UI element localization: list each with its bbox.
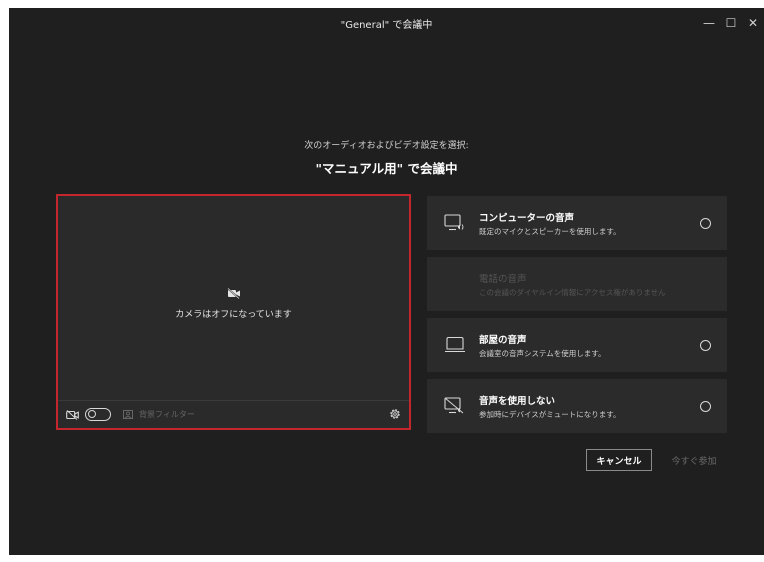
camera-off-icon (226, 288, 240, 299)
option-title: コンピューターの音声 (479, 212, 575, 224)
option-text: 部屋の音声 会議室の音声システムを使用します。 (479, 332, 700, 359)
option-text: 電話の音声 この会議のダイヤルイン情報にアクセス権がありません (479, 271, 727, 298)
meeting-heading: "マニュアル用" で会議中 (315, 161, 458, 176)
computer-audio-icon (444, 214, 464, 231)
toggle-knob (87, 410, 96, 418)
option-description: この会議のダイヤルイン情報にアクセス権がありません (479, 287, 666, 297)
maximize-button[interactable]: ☐ (720, 16, 742, 30)
option-description: 参加時にデバイスがミュートになります。 (479, 409, 621, 419)
title-bar: "General" で会議中 (9, 8, 764, 38)
meeting-window: "General" で会議中 — ☐ ✕ 次のオーディオおよびビデオ設定を選択:… (9, 8, 764, 555)
background-filter-label: 背景フィルター (139, 410, 195, 419)
option-title: 電話の音声 (479, 273, 527, 285)
option-description: 既定のマイクとスピーカーを使用します。 (479, 226, 621, 236)
background-filter-button[interactable]: 背景フィルター (123, 409, 195, 420)
option-text: コンピューターの音声 既定のマイクとスピーカーを使用します。 (479, 210, 700, 237)
camera-icon (66, 409, 79, 420)
intro-subtitle: 次のオーディオおよびビデオ設定を選択: (304, 141, 469, 151)
gear-icon[interactable] (389, 408, 401, 420)
option-title: 音声を使用しない (479, 395, 556, 407)
option-no-audio[interactable]: 音声を使用しない 参加時にデバイスがミュートになります。 (427, 379, 727, 433)
window-title: "General" で会議中 (340, 19, 433, 31)
option-computer-audio[interactable]: コンピューターの音声 既定のマイクとスピーカーを使用します。 (427, 196, 727, 250)
option-room-audio[interactable]: 部屋の音声 会議室の音声システムを使用します。 (427, 318, 727, 372)
option-text: 音声を使用しない 参加時にデバイスがミュートになります。 (479, 393, 700, 420)
option-radio[interactable] (700, 400, 711, 412)
room-audio-icon (445, 336, 465, 353)
close-button[interactable]: ✕ (742, 16, 764, 30)
join-now-button[interactable]: 今すぐ参加 (664, 449, 724, 471)
option-phone-audio: 電話の音声 この会議のダイヤルイン情報にアクセス権がありません (427, 257, 727, 311)
option-title: 部屋の音声 (479, 334, 527, 346)
camera-off-indicator: カメラはオフになっています (58, 284, 409, 320)
option-radio[interactable] (700, 339, 711, 351)
no-audio-icon (444, 397, 464, 414)
minimize-button[interactable]: — (698, 16, 720, 30)
preview-controls: 背景フィルター (58, 400, 409, 428)
video-preview: カメラはオフになっています 背景フィルター (56, 194, 411, 430)
phone-audio-icon-placeholder (444, 275, 466, 293)
window-controls: — ☐ ✕ (698, 8, 764, 38)
camera-off-label: カメラはオフになっています (175, 310, 292, 320)
background-filter-icon (123, 410, 133, 419)
option-description: 会議室の音声システムを使用します。 (479, 348, 606, 358)
option-radio[interactable] (700, 217, 711, 229)
camera-toggle[interactable] (85, 408, 111, 421)
cancel-button[interactable]: キャンセル (586, 449, 652, 471)
